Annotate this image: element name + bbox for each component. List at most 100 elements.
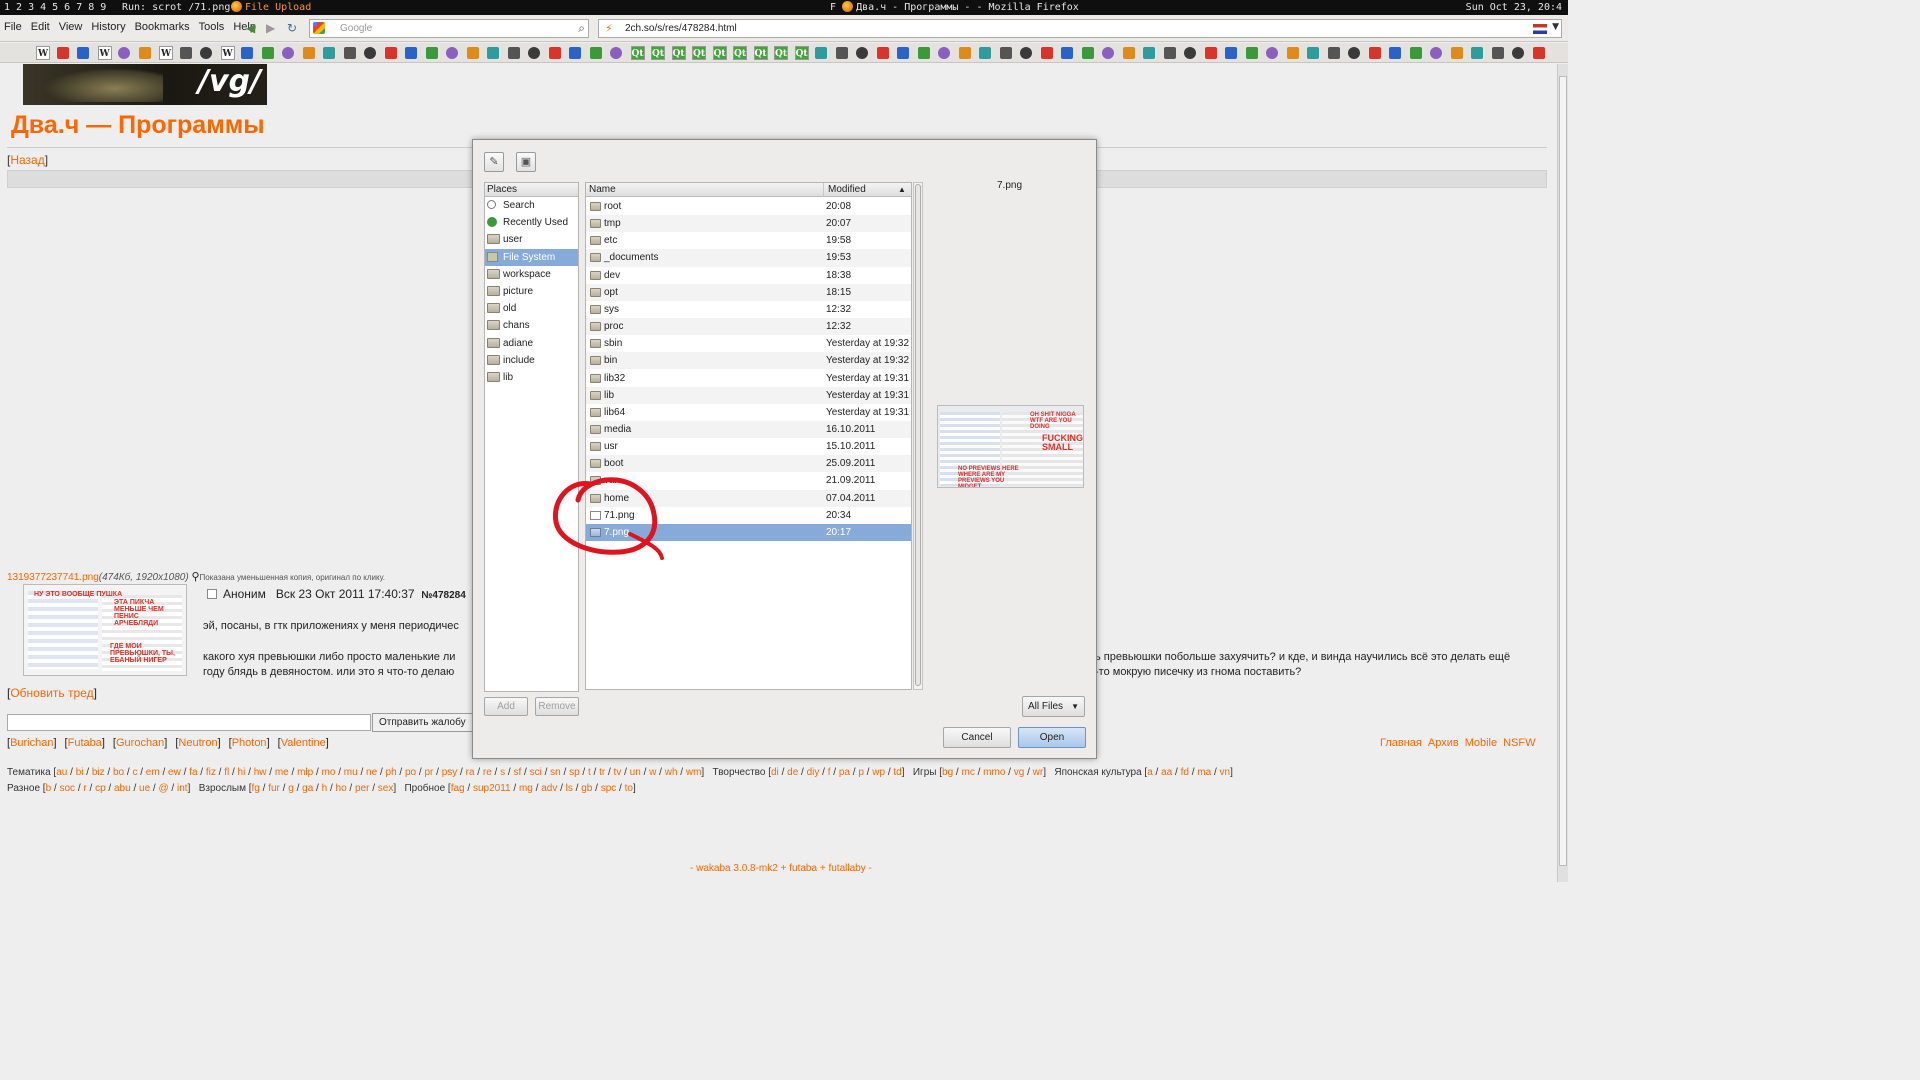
style-valentine[interactable]: Valentine [281, 737, 326, 749]
file-row[interactable]: media 16.10.2011 [586, 420, 911, 439]
file-row[interactable]: tmp 20:07 [586, 215, 911, 233]
add-bookmark-button[interactable]: Add [484, 697, 528, 716]
board-link[interactable]: sci [530, 767, 542, 778]
page-scrollbar[interactable] [1557, 64, 1568, 882]
board-link[interactable]: fl [224, 767, 229, 778]
bookmark-icon[interactable] [589, 47, 602, 59]
workspace-7[interactable]: 7 [76, 2, 82, 13]
board-link[interactable]: mmo [983, 767, 1005, 778]
file-row[interactable]: opt 18:15 [586, 283, 911, 301]
board-link[interactable]: s [500, 767, 505, 778]
bookmark-icon[interactable] [856, 47, 868, 59]
board-link[interactable]: r [83, 783, 86, 794]
board-link[interactable]: ew [168, 767, 181, 778]
bookmark-icon[interactable]: Qt [692, 46, 706, 60]
board-link[interactable]: bo [113, 767, 124, 778]
board-link[interactable]: ph [386, 767, 397, 778]
bookmark-icon[interactable] [1286, 47, 1299, 59]
bookmark-icon[interactable] [302, 47, 315, 59]
board-link[interactable]: re [483, 767, 492, 778]
style-futaba[interactable]: Futaba [68, 737, 102, 749]
board-link[interactable]: b [46, 783, 52, 794]
refresh-thread-link[interactable]: Обновить тред [10, 686, 93, 700]
workspace-3[interactable]: 3 [28, 2, 34, 13]
board-link[interactable]: per [355, 783, 369, 794]
board-link[interactable]: fag [451, 783, 465, 794]
file-row[interactable]: 7.png 20:17 [586, 523, 911, 541]
bookmark-icon[interactable] [979, 47, 991, 59]
board-link[interactable]: aa [1161, 767, 1172, 778]
place-item-picture[interactable]: picture [485, 283, 578, 300]
menu-bookmarks[interactable]: Bookmarks [135, 21, 190, 33]
bookmark-icon[interactable] [1266, 47, 1278, 59]
board-link[interactable]: w [649, 767, 656, 778]
board-link[interactable]: ue [139, 783, 150, 794]
bookmark-icon[interactable] [1184, 47, 1196, 59]
url-bar[interactable]: ⚡ 2ch.so/s/res/478284.html ▼ [598, 19, 1562, 38]
board-link[interactable]: fiz [206, 767, 216, 778]
bookmark-icon[interactable]: Qt [733, 46, 747, 60]
place-item-workspace[interactable]: workspace [485, 266, 578, 283]
board-link[interactable]: int [177, 783, 188, 794]
board-link[interactable]: ne [366, 767, 377, 778]
board-link[interactable]: adv [541, 783, 557, 794]
board-link[interactable]: abu [114, 783, 131, 794]
workspace-4[interactable]: 4 [40, 2, 46, 13]
forward-arrow-icon[interactable]: ▶ [266, 21, 275, 35]
board-link[interactable]: t [588, 767, 591, 778]
bookmark-icon[interactable] [1471, 47, 1483, 59]
bookmark-icon[interactable]: Qt [712, 46, 727, 60]
footer-link[interactable]: futallaby [828, 863, 865, 874]
bookmark-icon[interactable] [876, 47, 889, 59]
bookmark-icon[interactable] [1430, 47, 1442, 59]
reload-icon[interactable]: ↻ [287, 21, 297, 35]
bookmark-icon[interactable] [1245, 47, 1258, 59]
bookmark-icon[interactable] [77, 47, 89, 59]
file-row[interactable]: etc 19:58 [586, 232, 911, 249]
board-link[interactable]: ho [336, 783, 347, 794]
place-item-lib[interactable]: lib [485, 369, 578, 386]
bookmark-icon[interactable] [1327, 47, 1340, 59]
board-link[interactable]: un [630, 767, 641, 778]
style-photon[interactable]: Photon [232, 737, 267, 749]
open-button[interactable]: Open [1018, 727, 1086, 748]
file-row[interactable]: _documents 19:53 [586, 249, 911, 267]
bookmark-icon[interactable] [815, 47, 827, 59]
board-link[interactable]: de [787, 767, 798, 778]
bookmark-icon[interactable] [1491, 47, 1504, 59]
search-bar[interactable]: Google ⌕ [309, 19, 589, 38]
place-item-adiane[interactable]: adiane [485, 335, 578, 352]
bookmark-icon[interactable] [282, 47, 294, 59]
board-link[interactable]: pr [424, 767, 433, 778]
board-link[interactable]: sup2011 [473, 783, 511, 794]
bookmark-icon[interactable]: Qt [794, 46, 809, 60]
board-link[interactable]: di [771, 767, 779, 778]
board-link[interactable]: fd [1181, 767, 1189, 778]
site-identity-icon[interactable]: ⚡ [605, 22, 613, 35]
workspace-9[interactable]: 9 [100, 2, 106, 13]
bookmark-icon[interactable] [323, 47, 335, 59]
bookmark-icon[interactable]: W [36, 46, 50, 60]
style-neutron[interactable]: Neutron [178, 737, 217, 749]
file-row[interactable]: proc 12:32 [586, 318, 911, 336]
bookmark-icon[interactable] [999, 47, 1012, 59]
file-row[interactable]: var 21.09.2011 [586, 472, 911, 489]
report-button[interactable]: Отправить жалобу [372, 713, 473, 732]
bookmark-icon[interactable]: W [97, 46, 112, 60]
board-link[interactable]: vg [1014, 767, 1025, 778]
bookmark-icon[interactable] [1389, 47, 1401, 59]
board-link[interactable]: diy [807, 767, 820, 778]
board-link[interactable]: psy [442, 767, 458, 778]
workspace-5[interactable]: 5 [52, 2, 58, 13]
board-link[interactable]: cp [95, 783, 106, 794]
bookmark-icon[interactable] [487, 47, 499, 59]
search-icon[interactable]: ⌕ [578, 21, 585, 36]
board-link[interactable]: ma [1197, 767, 1211, 778]
bookmark-icon[interactable] [425, 47, 438, 59]
bookmark-icon[interactable] [364, 47, 376, 59]
magnify-icon[interactable]: ⚲ [191, 571, 199, 583]
board-link[interactable]: sp [569, 767, 580, 778]
board-link[interactable]: sf [513, 767, 521, 778]
board-link[interactable]: me [275, 767, 289, 778]
bookmark-icon[interactable] [569, 47, 581, 59]
